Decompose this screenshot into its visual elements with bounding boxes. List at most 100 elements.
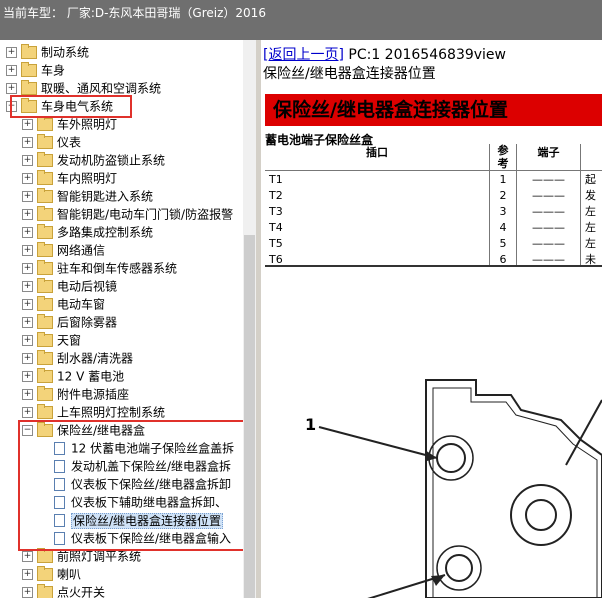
table-cell: T2 xyxy=(265,187,490,203)
table-cell: ——— xyxy=(516,170,581,187)
table-cell: T4 xyxy=(265,219,490,235)
table-cell: ——— xyxy=(516,219,581,235)
folder-icon xyxy=(37,548,53,563)
tree-item-brakes[interactable]: + 制动系统 xyxy=(6,43,89,61)
table-cell: ——— xyxy=(516,203,581,219)
tree-item-power-mirrors[interactable]: + 电动后视镜 xyxy=(22,277,117,295)
tree-item-multiplex[interactable]: + 多路集成控制系统 xyxy=(22,223,153,241)
expand-icon[interactable]: + xyxy=(22,263,33,274)
expand-icon[interactable]: + xyxy=(22,119,33,130)
content-pane: [返回上一页] PC:1 2016546839view 保险丝/继电器盒连接器位… xyxy=(261,40,602,598)
tree-item-entry-light-control[interactable]: + 上车照明灯控制系统 xyxy=(22,403,165,421)
folder-icon xyxy=(37,296,53,311)
col-plug: 插口 xyxy=(265,144,490,171)
expand-icon[interactable]: + xyxy=(22,335,33,346)
expand-icon[interactable]: + xyxy=(22,137,33,148)
table-cell: ——— xyxy=(516,235,581,251)
col-terminal: 端子 xyxy=(516,144,581,171)
tree-item-battery[interactable]: +12 V 蓄电池 xyxy=(22,367,124,385)
folder-icon xyxy=(37,368,53,383)
folder-icon xyxy=(37,188,53,203)
folder-icon xyxy=(37,152,53,167)
folder-icon xyxy=(21,44,37,59)
expand-icon[interactable]: + xyxy=(22,281,33,292)
folder-icon xyxy=(37,404,53,419)
expand-icon[interactable]: + xyxy=(22,569,33,580)
table-cell: 左 xyxy=(580,203,602,219)
tree-item-horn[interactable]: + 喇叭 xyxy=(22,565,81,583)
folder-icon xyxy=(37,584,53,598)
table-cell: 1 xyxy=(489,170,517,187)
navigation-tree[interactable]: + 制动系统 + 车身 + 取暖、通风和空调系统 − 车身电气系统 + 车外照明灯 + 仪表… xyxy=(0,40,243,598)
page-code: PC:1 2016546839view xyxy=(348,47,506,63)
expand-icon[interactable]: + xyxy=(22,389,33,400)
expand-icon[interactable]: + xyxy=(6,47,17,58)
tree-item-wipers[interactable]: + 刮水器/清洗器 xyxy=(22,349,133,367)
table-cell: ——— xyxy=(516,187,581,203)
expand-icon[interactable]: + xyxy=(22,551,33,562)
expand-icon[interactable]: + xyxy=(22,317,33,328)
title-bar: 当前车型： 厂家:D-东风本田哥瑞（Greiz）2016 xyxy=(0,0,602,40)
tree-item-power-windows[interactable]: + 电动车窗 xyxy=(22,295,105,313)
scrollbar-thumb[interactable] xyxy=(244,235,255,598)
tree-item-body[interactable]: + 车身 xyxy=(6,61,65,79)
page-subtitle: 保险丝/继电器盒连接器位置 xyxy=(263,66,436,82)
folder-icon xyxy=(37,206,53,221)
expand-icon[interactable]: + xyxy=(22,173,33,184)
expand-icon[interactable]: + xyxy=(22,353,33,364)
table-cell: 起 xyxy=(580,170,602,187)
expand-icon[interactable]: + xyxy=(22,245,33,256)
col-ref: 参考 xyxy=(489,144,517,171)
folder-icon xyxy=(37,350,53,365)
folder-icon xyxy=(37,566,53,581)
table-cell: 发 xyxy=(580,187,602,203)
highlight-box-fuse-relay xyxy=(18,420,243,551)
table-cell: T5 xyxy=(265,235,490,251)
tree-item-smart-key-lock[interactable]: + 智能钥匙/电动车门门锁/防盗报警 xyxy=(22,205,233,223)
tree-item-parking-sensor[interactable]: + 驻车和倒车传感器系统 xyxy=(22,259,177,277)
tree-item-interior-lights[interactable]: + 车内照明灯 xyxy=(22,169,117,187)
tree-item-ignition-switch[interactable]: + 点火开关 xyxy=(22,583,105,598)
tree-item-immobilizer[interactable]: + 发动机防盗锁止系统 xyxy=(22,151,165,169)
tree-item-gauges[interactable]: + 仪表 xyxy=(22,133,81,151)
folder-icon xyxy=(37,278,53,293)
expand-icon[interactable]: + xyxy=(22,209,33,220)
tree-item-network[interactable]: + 网络通信 xyxy=(22,241,105,259)
expand-icon[interactable]: + xyxy=(22,299,33,310)
folder-icon xyxy=(37,260,53,275)
window-title: 当前车型： 厂家:D-东风本田哥瑞（Greiz）2016 xyxy=(3,6,266,20)
folder-icon xyxy=(37,242,53,257)
folder-icon xyxy=(37,314,53,329)
expand-icon[interactable]: + xyxy=(22,587,33,598)
expand-icon[interactable]: + xyxy=(22,191,33,202)
arrow-head xyxy=(425,450,437,461)
callout-1: 1 xyxy=(305,415,316,434)
tree-item-smart-entry[interactable]: + 智能钥匙进入系统 xyxy=(22,187,153,205)
expand-icon[interactable]: + xyxy=(22,407,33,418)
table-cell: 左 xyxy=(580,219,602,235)
expand-icon[interactable]: + xyxy=(22,155,33,166)
folder-icon xyxy=(37,332,53,347)
expand-icon[interactable]: + xyxy=(6,65,17,76)
table-cell: 4 xyxy=(489,219,517,235)
back-link[interactable]: [返回上一页] xyxy=(263,47,344,63)
expand-icon[interactable]: + xyxy=(6,83,17,94)
expand-icon[interactable]: + xyxy=(22,227,33,238)
col-desc xyxy=(580,144,602,171)
tree-item-power-socket[interactable]: + 附件电源插座 xyxy=(22,385,129,403)
table-cell: 左 xyxy=(580,235,602,251)
tree-item-sunroof[interactable]: + 天窗 xyxy=(22,331,81,349)
tree-item-rear-defogger[interactable]: + 后窗除雾器 xyxy=(22,313,117,331)
folder-icon xyxy=(37,224,53,239)
table-cell: T1 xyxy=(265,170,490,187)
fuse-box-diagram: 1 2 xyxy=(305,379,602,598)
table-cell: 2 xyxy=(489,187,517,203)
table-cell: 5 xyxy=(489,235,517,251)
folder-icon xyxy=(37,386,53,401)
folder-icon xyxy=(37,116,53,131)
folder-icon xyxy=(21,62,37,77)
expand-icon[interactable]: + xyxy=(22,371,33,382)
folder-icon xyxy=(37,170,53,185)
folder-icon xyxy=(21,80,37,95)
folder-icon xyxy=(37,134,53,149)
